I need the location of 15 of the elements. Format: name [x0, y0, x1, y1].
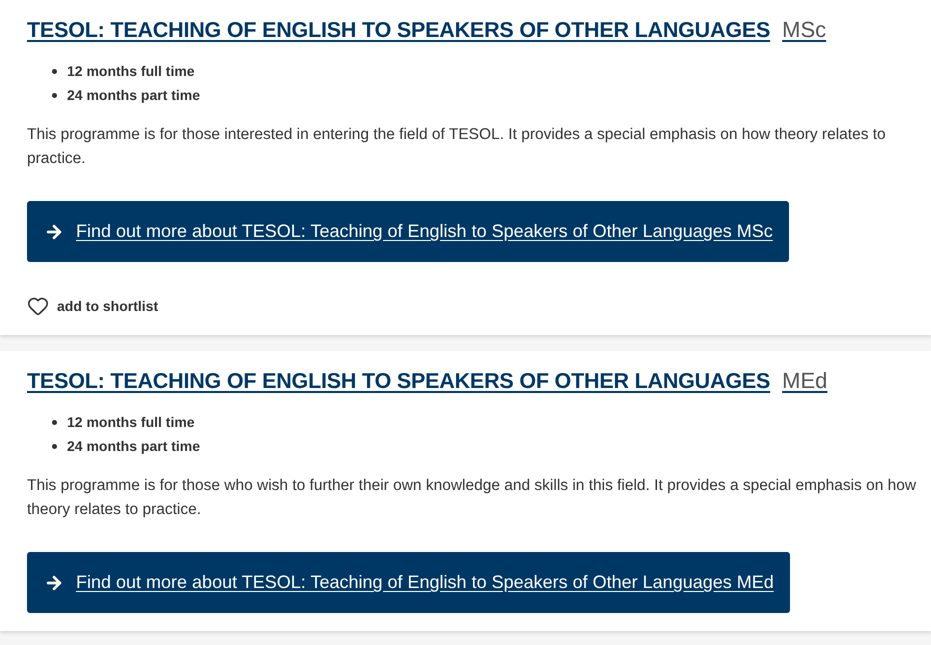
programme-title-link[interactable]: TESOL: TEACHING OF ENGLISH TO SPEAKERS OF OTHER LANGUAGES MSc — [27, 18, 826, 42]
bullet-icon — [52, 92, 57, 98]
bullet-icon — [52, 68, 57, 74]
find-out-more-button[interactable]: Find out more about TESOL: Teaching of English to Speakers of Other Languages MEd — [27, 552, 790, 613]
programme-title-link[interactable]: TESOL: TEACHING OF ENGLISH TO SPEAKERS OF OTHER LANGUAGES MEd — [27, 369, 828, 393]
programme-description: This programme is for those interested in entering the field of TESOL. It provides a special emphasis on how theory relates to practice. — [27, 125, 887, 169]
bullet-icon — [52, 420, 57, 424]
duration-text: 12 months full time — [67, 62, 195, 81]
find-out-more-button[interactable]: Find out more about TESOL: Teaching of English to Speakers of Other Languages MSc — [27, 201, 789, 262]
duration-text: 12 months full time — [67, 413, 195, 432]
programme-description: This programme is for those who wish to further their own knowledge and skills in this field. It provides a special emphasis on how theory relates to practice. — [27, 476, 918, 520]
duration-text: 24 months part time — [67, 86, 200, 105]
bullet-icon — [52, 444, 57, 448]
duration-text: 24 months part time — [67, 437, 200, 456]
add-to-shortlist-button[interactable]: add to shortlist — [27, 295, 158, 317]
